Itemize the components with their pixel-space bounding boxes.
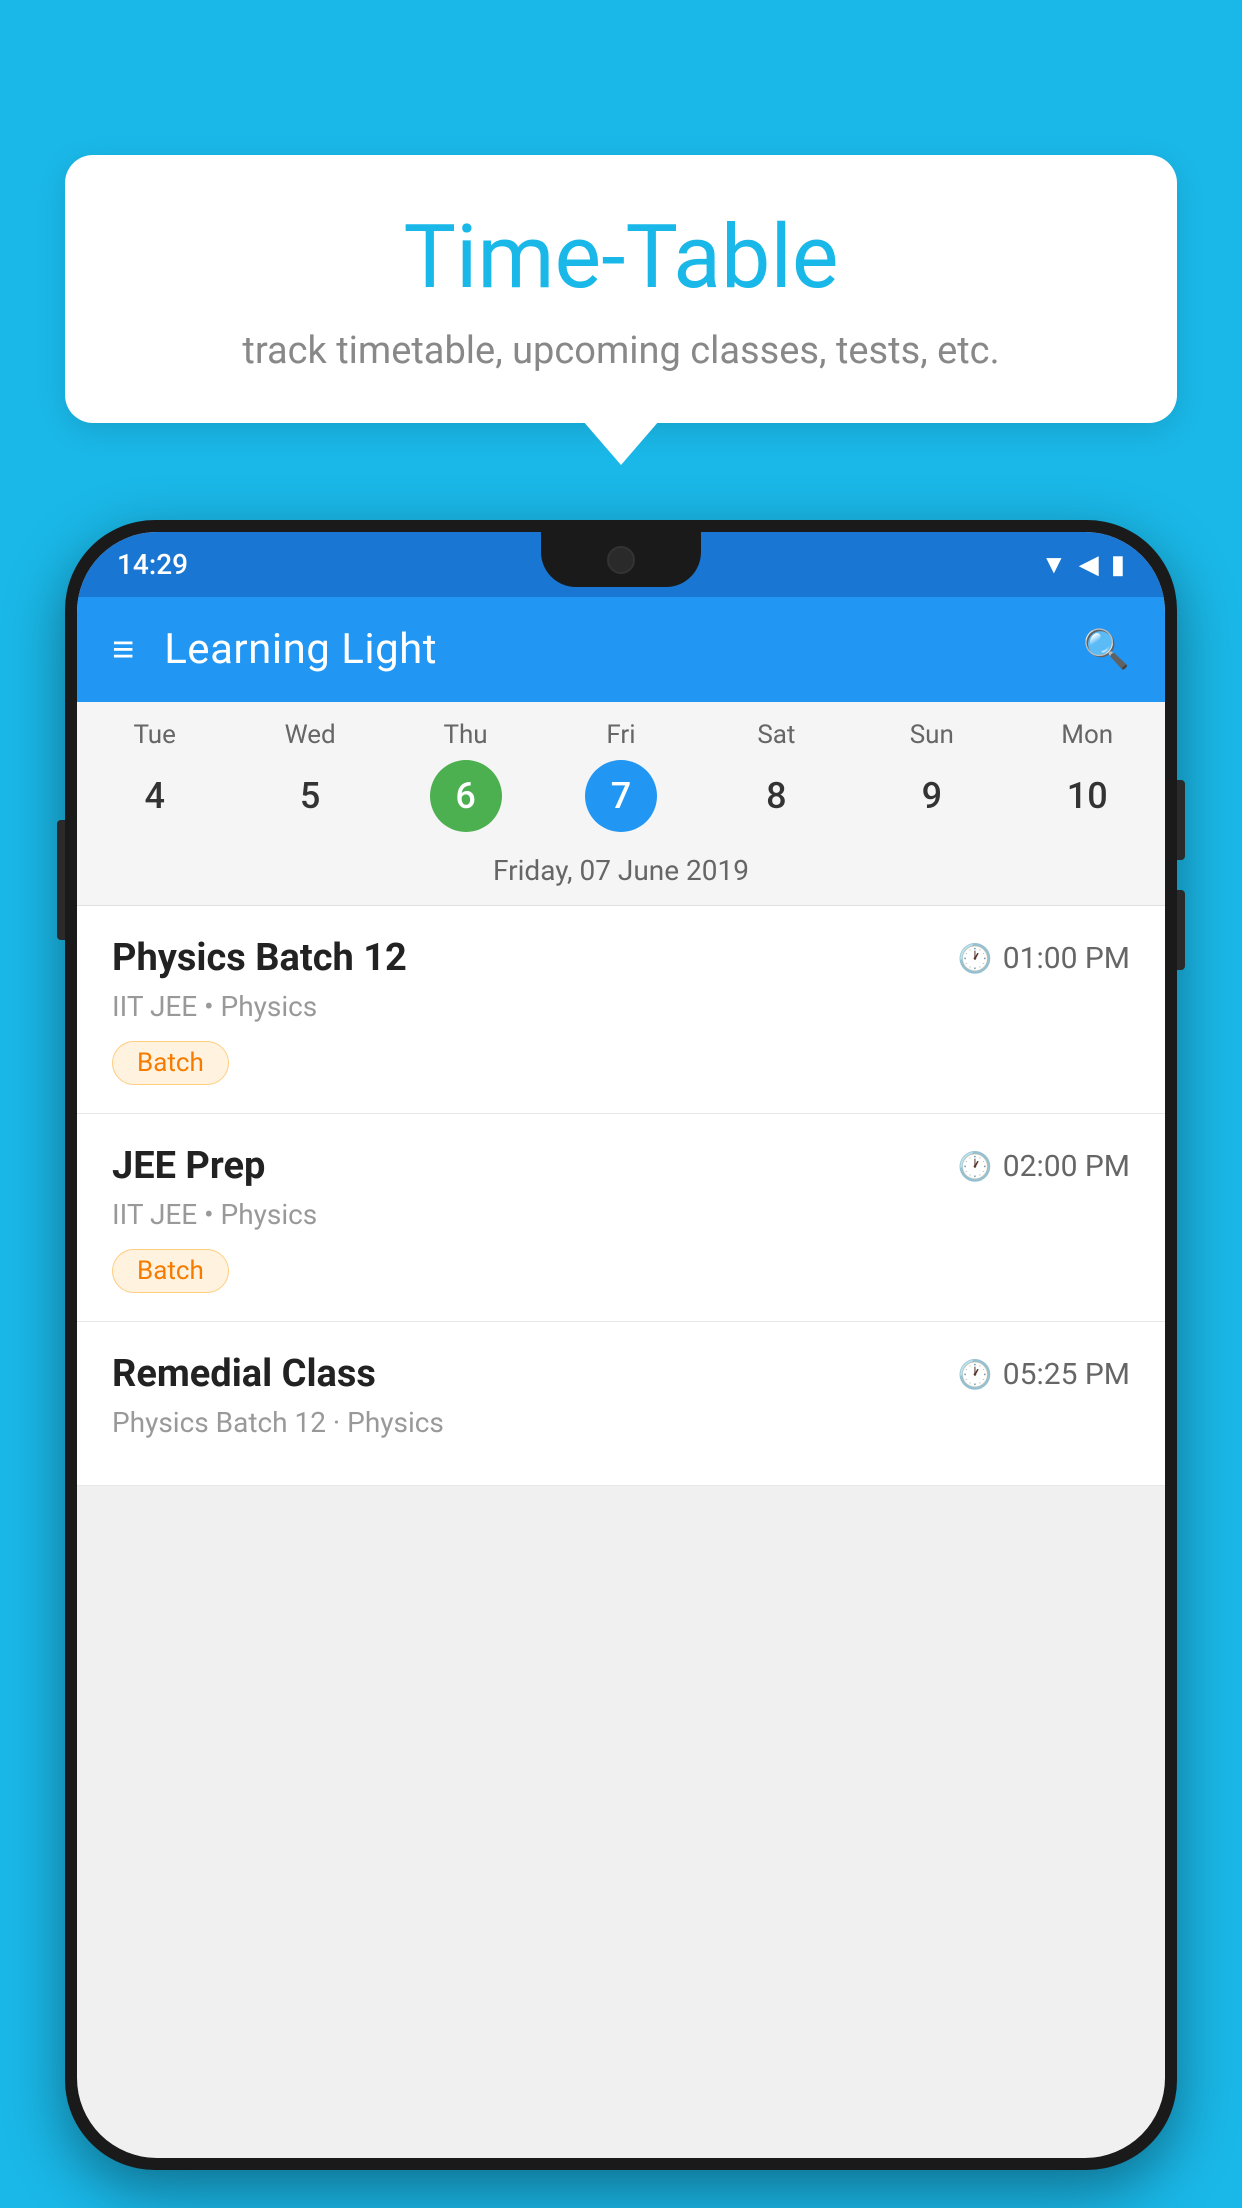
day-label: Fri: [606, 720, 635, 750]
schedule-subtitle: IIT JEE • Physics: [112, 990, 1130, 1023]
day-col-10[interactable]: Mon 10: [1022, 720, 1152, 832]
schedule-list: Physics Batch 12 🕐 01:00 PM IIT JEE • Ph…: [77, 906, 1165, 1486]
day-number[interactable]: 9: [896, 760, 968, 832]
schedule-time: 🕐 01:00 PM: [958, 941, 1130, 976]
day-label: Sat: [757, 720, 795, 750]
schedule-item-title: JEE Prep: [112, 1144, 265, 1188]
tooltip-subtitle: track timetable, upcoming classes, tests…: [125, 329, 1117, 373]
volume-down-button[interactable]: [1177, 890, 1185, 970]
day-number[interactable]: 10: [1051, 760, 1123, 832]
status-icons: ▼ ◀ ▮: [1041, 549, 1125, 580]
day-label: Thu: [443, 720, 487, 750]
time-text: 02:00 PM: [1003, 1149, 1130, 1184]
schedule-item-2[interactable]: Remedial Class 🕐 05:25 PM Physics Batch …: [77, 1322, 1165, 1486]
day-col-9[interactable]: Sun 9: [867, 720, 997, 832]
wifi-icon: ▼: [1041, 549, 1067, 580]
schedule-item-title: Remedial Class: [112, 1352, 376, 1396]
batch-tag: Batch: [112, 1041, 229, 1085]
day-col-7[interactable]: Fri 7: [556, 720, 686, 832]
schedule-time: 🕐 02:00 PM: [958, 1149, 1130, 1184]
tooltip-card: Time-Table track timetable, upcoming cla…: [65, 155, 1177, 423]
signal-icon: ◀: [1079, 550, 1099, 580]
selected-date-label: Friday, 07 June 2019: [77, 842, 1165, 897]
day-number[interactable]: 8: [740, 760, 812, 832]
schedule-item-title: Physics Batch 12: [112, 936, 407, 980]
battery-icon: ▮: [1111, 550, 1125, 580]
power-button[interactable]: [57, 820, 65, 940]
day-col-6[interactable]: Thu 6: [401, 720, 531, 832]
day-label: Wed: [285, 720, 336, 750]
day-number[interactable]: 7: [585, 760, 657, 832]
day-label: Sun: [910, 720, 954, 750]
day-col-4[interactable]: Tue 4: [90, 720, 220, 832]
phone-outer: 14:29 ▼ ◀ ▮ ≡ Learning Light 🔍 Tue4Wed5T…: [65, 520, 1177, 2170]
search-icon[interactable]: 🔍: [1083, 628, 1130, 672]
day-number[interactable]: 4: [119, 760, 191, 832]
day-col-5[interactable]: Wed 5: [245, 720, 375, 832]
day-number[interactable]: 6: [430, 760, 502, 832]
time-text: 01:00 PM: [1003, 941, 1130, 976]
hamburger-icon[interactable]: ≡: [112, 628, 134, 672]
phone-notch: [541, 532, 701, 587]
day-label: Mon: [1061, 720, 1113, 750]
phone-screen: 14:29 ▼ ◀ ▮ ≡ Learning Light 🔍 Tue4Wed5T…: [77, 532, 1165, 2158]
batch-tag: Batch: [112, 1249, 229, 1293]
phone-container: 14:29 ▼ ◀ ▮ ≡ Learning Light 🔍 Tue4Wed5T…: [65, 520, 1177, 2208]
phone-camera: [607, 546, 635, 574]
volume-up-button[interactable]: [1177, 780, 1185, 860]
schedule-item-header: Remedial Class 🕐 05:25 PM: [112, 1352, 1130, 1396]
app-bar: ≡ Learning Light 🔍: [77, 597, 1165, 702]
schedule-time: 🕐 05:25 PM: [958, 1357, 1130, 1392]
schedule-item-0[interactable]: Physics Batch 12 🕐 01:00 PM IIT JEE • Ph…: [77, 906, 1165, 1114]
schedule-item-header: Physics Batch 12 🕐 01:00 PM: [112, 936, 1130, 980]
time-text: 05:25 PM: [1003, 1357, 1130, 1392]
app-title: Learning Light: [164, 625, 1052, 674]
tooltip-title: Time-Table: [125, 210, 1117, 307]
clock-icon: 🕐: [958, 1358, 993, 1391]
clock-icon: 🕐: [958, 1150, 993, 1183]
schedule-item-1[interactable]: JEE Prep 🕐 02:00 PM IIT JEE • Physics Ba…: [77, 1114, 1165, 1322]
schedule-subtitle: IIT JEE • Physics: [112, 1198, 1130, 1231]
days-row: Tue 4 Wed 5 Thu 6 Fri 7 Sat 8 Sun 9 Mon 10: [77, 720, 1165, 832]
schedule-subtitle: Physics Batch 12 · Physics: [112, 1406, 1130, 1439]
status-time: 14:29: [117, 548, 188, 581]
day-col-8[interactable]: Sat 8: [711, 720, 841, 832]
clock-icon: 🕐: [958, 942, 993, 975]
day-label: Tue: [133, 720, 175, 750]
schedule-item-header: JEE Prep 🕐 02:00 PM: [112, 1144, 1130, 1188]
day-number[interactable]: 5: [274, 760, 346, 832]
calendar-strip: Tue 4 Wed 5 Thu 6 Fri 7 Sat 8 Sun 9 Mon 10 Friday, 07…: [77, 702, 1165, 906]
